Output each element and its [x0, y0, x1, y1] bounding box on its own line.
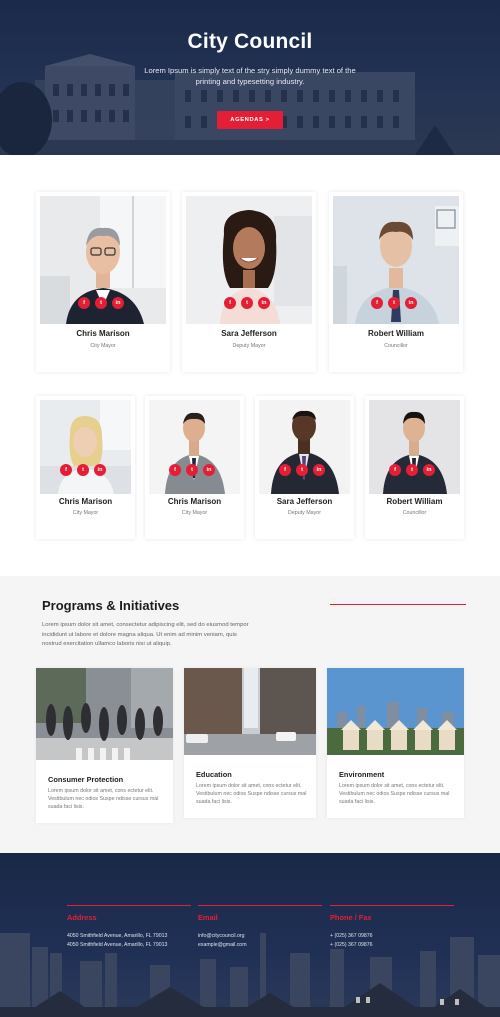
footer-divider	[198, 905, 322, 906]
footer-email-link[interactable]: info@citycouncil.org	[198, 933, 245, 939]
member-name: Sara Jefferson	[276, 497, 333, 506]
social-links: f t in	[78, 297, 124, 309]
program-title: Environment	[339, 770, 385, 779]
member-role: Deputy Mayor	[288, 510, 321, 516]
linkedin-icon[interactable]: in	[313, 464, 325, 476]
social-links: f t in	[371, 297, 417, 309]
social-links: f t in	[389, 464, 435, 476]
linkedin-icon[interactable]: in	[203, 464, 215, 476]
member-role: Deputy Mayor	[232, 343, 266, 349]
program-text: Lorem ipsum dolor sit amet, cons ectetur…	[339, 783, 450, 806]
facebook-icon[interactable]: f	[78, 297, 90, 309]
member-name: Chris Marison	[58, 497, 113, 506]
team-card: f t in Chris Marison City Mayor	[145, 396, 244, 539]
twitter-icon[interactable]: t	[296, 464, 308, 476]
member-name: Chris Marison	[76, 329, 130, 338]
member-photo	[149, 400, 240, 494]
footer-fax-number[interactable]: + (025) 367 09876	[330, 942, 373, 948]
footer-phone-heading: Phone / Fax	[330, 913, 372, 922]
team-card: f t in Robert William Councillor	[329, 192, 463, 372]
footer-address-heading: Address	[67, 913, 97, 922]
program-text: Lorem ipsum dolor sit amet, cons ectetur…	[196, 783, 307, 806]
team-card: f t in Chris Marison City Mayor	[36, 192, 170, 372]
social-links: f t in	[169, 464, 215, 476]
team-card: f t in Chris Marison City Mayor	[36, 396, 135, 539]
twitter-icon[interactable]: t	[186, 464, 198, 476]
member-photo	[369, 400, 460, 494]
member-photo	[40, 400, 131, 494]
member-photo	[259, 400, 350, 494]
team-card: f t in Sara Jefferson Deputy Mayor	[255, 396, 354, 539]
program-card[interactable]: Environment Lorem ipsum dolor sit amet, …	[327, 668, 464, 818]
facebook-icon[interactable]: f	[371, 297, 383, 309]
footer: Address 4050 Smithfield Avenue, Amarillo…	[0, 853, 500, 1017]
social-links: f t in	[60, 464, 106, 476]
consumer-protection-image	[36, 668, 173, 760]
education-image	[184, 668, 316, 755]
linkedin-icon[interactable]: in	[405, 297, 417, 309]
social-links: f t in	[279, 464, 325, 476]
twitter-icon[interactable]: t	[388, 297, 400, 309]
member-name: Robert William	[386, 497, 443, 506]
member-role: Councillor	[384, 343, 408, 349]
footer-address-line: 4050 Smithfield Avenue, Amarillo, FL 790…	[67, 933, 168, 939]
facebook-icon[interactable]: f	[60, 464, 72, 476]
footer-phone-number[interactable]: + (025) 367 09876	[330, 933, 373, 939]
footer-divider	[67, 905, 191, 906]
member-role: City Mayor	[90, 343, 116, 349]
member-role: City Mayor	[181, 510, 208, 516]
twitter-icon[interactable]: t	[406, 464, 418, 476]
twitter-icon[interactable]: t	[77, 464, 89, 476]
program-card[interactable]: Consumer Protection Lorem ipsum dolor si…	[36, 668, 173, 823]
facebook-icon[interactable]: f	[224, 297, 236, 309]
footer-email-heading: Email	[198, 913, 218, 922]
member-role: Councillor	[402, 510, 427, 516]
page-title: City Council	[187, 30, 313, 53]
agendas-button[interactable]: AGENDAS >	[217, 111, 283, 129]
member-name: Robert William	[368, 329, 424, 338]
member-name: Sara Jefferson	[221, 329, 277, 338]
program-title: Consumer Protection	[48, 775, 124, 784]
programs-heading: Programs & Initiatives	[42, 598, 180, 613]
twitter-icon[interactable]: t	[241, 297, 253, 309]
member-name: Chris Marison	[167, 497, 222, 506]
linkedin-icon[interactable]: in	[423, 464, 435, 476]
programs-section: Programs & Initiatives Lorem ipsum dolor…	[0, 576, 500, 853]
programs-description: Lorem ipsum dolor sit amet, consectetur …	[42, 622, 249, 648]
footer-email-link[interactable]: example@gmail.com	[198, 942, 247, 948]
footer-address-line: 4050 Smithfield Avenue, Amarillo, FL 790…	[67, 942, 168, 948]
team-card: f t in Robert William Councillor	[365, 396, 464, 539]
environment-image	[327, 668, 464, 755]
footer-divider	[330, 905, 454, 906]
linkedin-icon[interactable]: in	[258, 297, 270, 309]
hero-banner: City Council Lorem Ipsum is simply text …	[0, 0, 500, 155]
program-title: Education	[196, 770, 232, 779]
linkedin-icon[interactable]: in	[112, 297, 124, 309]
facebook-icon[interactable]: f	[169, 464, 181, 476]
hero-subtitle: Lorem Ipsum is simply text of the stry s…	[144, 66, 356, 86]
social-links: f t in	[224, 297, 270, 309]
program-card[interactable]: Education Lorem ipsum dolor sit amet, co…	[184, 668, 316, 818]
twitter-icon[interactable]: t	[95, 297, 107, 309]
facebook-icon[interactable]: f	[389, 464, 401, 476]
linkedin-icon[interactable]: in	[94, 464, 106, 476]
program-text: Lorem ipsum dolor sit amet, cons ectetur…	[48, 788, 159, 811]
facebook-icon[interactable]: f	[279, 464, 291, 476]
team-card: f t in Sara Jefferson Deputy Mayor	[182, 192, 316, 372]
heading-divider	[330, 604, 466, 605]
member-role: City Mayor	[72, 510, 99, 516]
